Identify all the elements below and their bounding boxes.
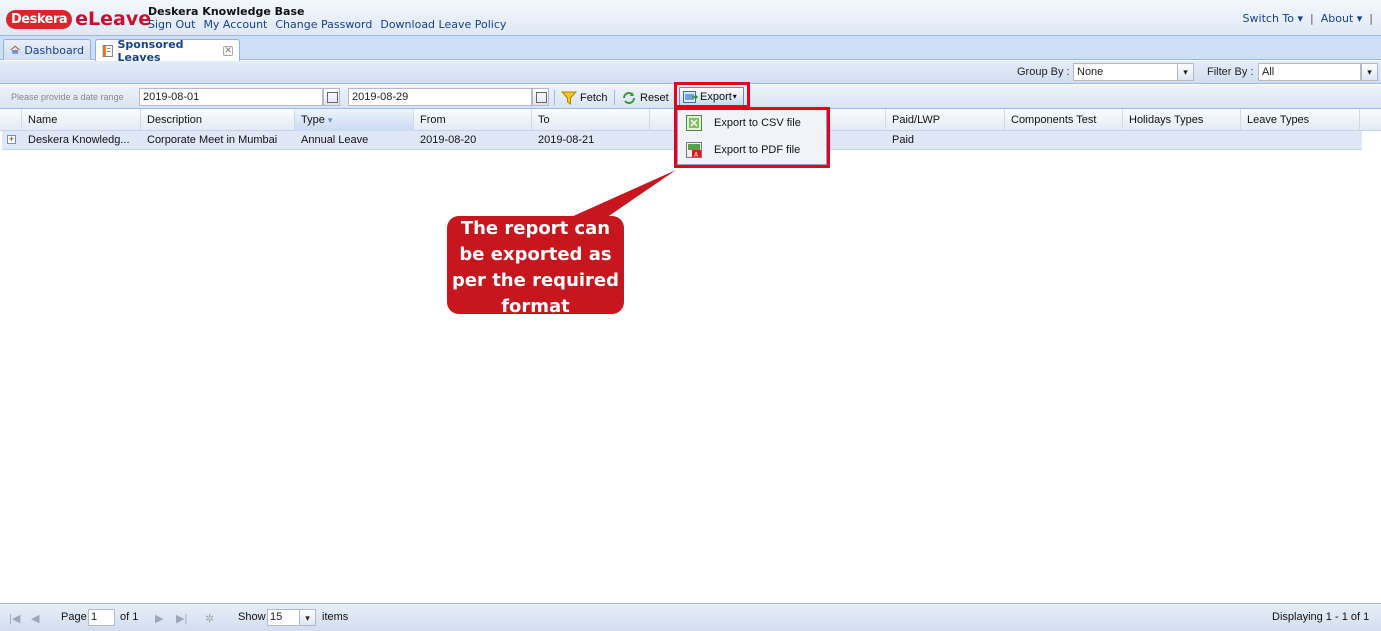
show-label: Show bbox=[238, 611, 266, 623]
sign-out-link[interactable]: Sign Out bbox=[148, 18, 195, 31]
tab-strip: Dashboard Sponsored Leaves ✕ bbox=[0, 36, 1381, 64]
tab-sponsored-leaves[interactable]: Sponsored Leaves ✕ bbox=[95, 37, 240, 64]
export-csv-menu-item[interactable]: Export to CSV file bbox=[678, 110, 826, 136]
annotation-callout: The report can be exported as per the re… bbox=[447, 216, 624, 317]
download-leave-policy-link[interactable]: Download Leave Policy bbox=[380, 18, 506, 31]
cell-name: Deskera Knowledg... bbox=[28, 134, 130, 146]
paging-toolbar: |◀ ◀ Page 1 of 1 ▶ ▶| ✲ Show 15 ▾ items … bbox=[0, 603, 1381, 631]
chevron-down-icon[interactable]: ▾ bbox=[1177, 63, 1194, 81]
column-header-name[interactable]: Name bbox=[22, 109, 141, 131]
export-icon bbox=[683, 90, 698, 103]
column-header-components-test[interactable]: Components Test bbox=[1005, 109, 1123, 131]
column-header-from[interactable]: From bbox=[414, 109, 532, 131]
chevron-down-icon: ▾ bbox=[732, 92, 737, 101]
report-icon bbox=[102, 44, 113, 57]
chevron-down-icon[interactable]: ▾ bbox=[299, 609, 316, 626]
refresh-icon[interactable]: ✲ bbox=[205, 612, 214, 625]
group-by-select[interactable]: None bbox=[1073, 63, 1178, 81]
last-page-icon[interactable]: ▶| bbox=[176, 612, 187, 625]
chevron-down-icon[interactable]: ▾ bbox=[1361, 63, 1378, 81]
column-header-description[interactable]: Description bbox=[141, 109, 295, 131]
fetch-button[interactable]: Fetch bbox=[561, 89, 608, 106]
header-right-menu: Switch To ▾ | About ▾ | bbox=[1243, 12, 1373, 25]
column-header-type-label: Type bbox=[301, 114, 325, 126]
separator: | bbox=[1369, 12, 1373, 25]
company-name: Deskera Knowledge Base bbox=[148, 5, 305, 18]
filter-by-label: Filter By : bbox=[1207, 66, 1254, 78]
page-size-select[interactable]: 15 bbox=[267, 609, 300, 626]
date-range-hint: Please provide a date range bbox=[11, 92, 124, 102]
next-page-icon[interactable]: ▶ bbox=[155, 612, 163, 625]
toolbar-separator bbox=[614, 90, 615, 105]
export-csv-label: Export to CSV file bbox=[714, 117, 801, 129]
reset-button[interactable]: Reset bbox=[621, 89, 669, 106]
expander-column-header bbox=[0, 109, 22, 131]
tab-dashboard[interactable]: Dashboard bbox=[3, 39, 91, 60]
switch-to-menu[interactable]: Switch To ▾ bbox=[1243, 12, 1303, 25]
column-header-to[interactable]: To bbox=[532, 109, 650, 131]
cell-description: Corporate Meet in Mumbai bbox=[147, 134, 278, 146]
cell-from: 2019-08-20 bbox=[420, 134, 477, 146]
about-menu[interactable]: About ▾ bbox=[1321, 12, 1363, 25]
close-tab-icon[interactable]: ✕ bbox=[223, 45, 233, 56]
calendar-icon[interactable] bbox=[323, 88, 340, 106]
from-date-input[interactable]: 2019-08-01 bbox=[139, 88, 323, 106]
tab-label: Sponsored Leaves bbox=[117, 37, 184, 64]
cell-type: Annual Leave bbox=[301, 134, 369, 146]
pdf-file-icon: A bbox=[686, 142, 702, 158]
app-header: Deskera eLeave Deskera Knowledge Base Si… bbox=[0, 0, 1381, 36]
filter-icon bbox=[561, 91, 577, 105]
cell-to: 2019-08-21 bbox=[538, 134, 595, 146]
fetch-label: Fetch bbox=[580, 91, 608, 104]
group-by-label: Group By : bbox=[1017, 66, 1070, 78]
callout-line-4: format bbox=[501, 296, 570, 317]
column-header-holidays-types[interactable]: Holidays Types bbox=[1123, 109, 1241, 131]
reset-label: Reset bbox=[640, 91, 669, 104]
displaying-count: Displaying 1 - 1 of 1 bbox=[1272, 611, 1370, 623]
header-links: Sign Out My Account Change Password Down… bbox=[148, 18, 506, 31]
export-pdf-menu-item[interactable]: A Export to PDF file bbox=[678, 137, 826, 163]
cell-paid-lwp: Paid bbox=[892, 134, 915, 146]
column-header-type[interactable]: Type ▾ bbox=[295, 109, 414, 131]
export-pdf-label: Export to PDF file bbox=[714, 144, 801, 156]
refresh-icon bbox=[623, 91, 635, 104]
tab-label: Dashboard bbox=[24, 43, 84, 57]
items-label: items bbox=[322, 611, 349, 623]
prev-page-icon[interactable]: ◀ bbox=[31, 612, 39, 625]
change-password-link[interactable]: Change Password bbox=[275, 18, 372, 31]
callout-line-3: per the required bbox=[451, 270, 620, 291]
separator: | bbox=[1310, 12, 1314, 25]
toolbar-separator bbox=[554, 90, 555, 105]
page-number-input[interactable]: 1 bbox=[88, 609, 115, 626]
export-button[interactable]: Export ▾ bbox=[679, 87, 744, 106]
callout-line-2: be exported as bbox=[459, 244, 612, 265]
app-logo[interactable]: Deskera eLeave bbox=[6, 8, 151, 30]
sort-desc-icon: ▾ bbox=[327, 115, 333, 125]
first-page-icon[interactable]: |◀ bbox=[9, 612, 20, 625]
export-label: Export bbox=[700, 90, 732, 103]
column-header-paid-lwp[interactable]: Paid/LWP bbox=[886, 109, 1005, 131]
column-header-leave-types[interactable]: Leave Types bbox=[1241, 109, 1360, 131]
page-of-label: of 1 bbox=[120, 611, 139, 623]
logo-text: eLeave bbox=[75, 8, 152, 30]
home-icon bbox=[10, 45, 20, 54]
page-label: Page bbox=[61, 611, 87, 623]
my-account-link[interactable]: My Account bbox=[203, 18, 267, 31]
calendar-icon[interactable] bbox=[532, 88, 549, 106]
to-date-input[interactable]: 2019-08-29 bbox=[348, 88, 532, 106]
export-dropdown-menu: Export to CSV file A Export to PDF file bbox=[677, 107, 827, 165]
filter-by-select[interactable]: All bbox=[1258, 63, 1361, 81]
csv-file-icon bbox=[686, 115, 702, 131]
expand-plus-icon[interactable]: + bbox=[7, 135, 16, 144]
callout-line-1: The report can bbox=[460, 218, 611, 239]
group-filter-bar: Group By : None ▾ Filter By : All ▾ bbox=[0, 61, 1381, 84]
logo-badge: Deskera bbox=[6, 9, 73, 29]
